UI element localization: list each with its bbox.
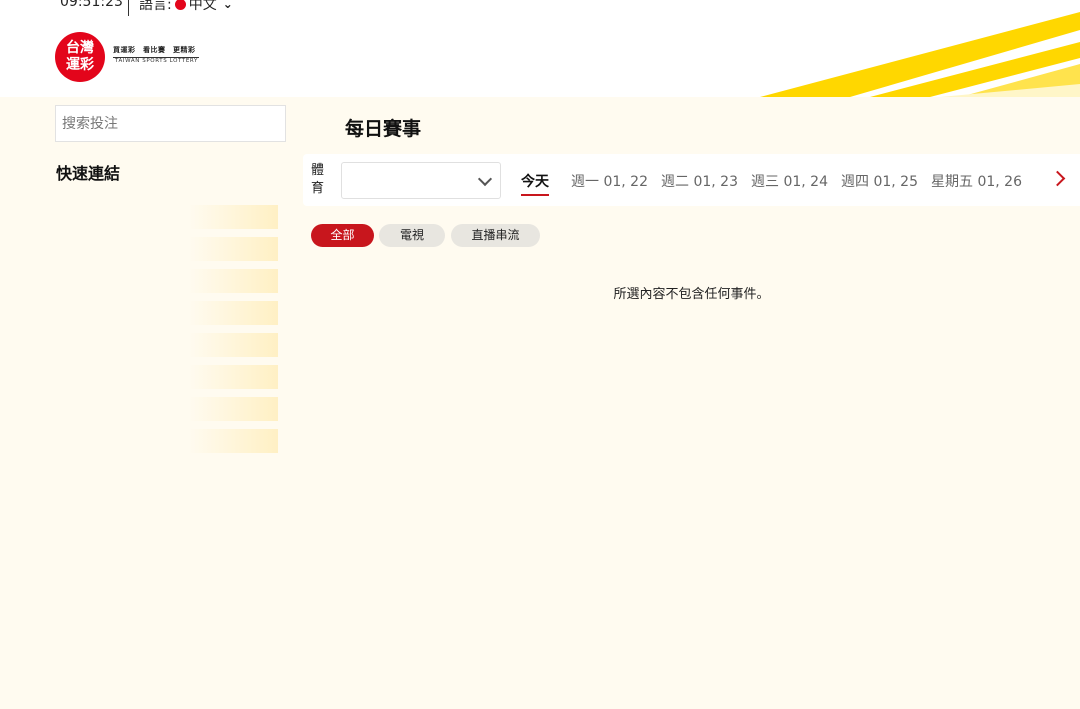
language-value: 中文 [188, 0, 217, 13]
sport-select[interactable] [341, 162, 501, 199]
quick-link-item[interactable] [55, 333, 278, 357]
quick-link-item[interactable] [55, 237, 278, 261]
tab-day[interactable]: 週四 01, 25 [841, 171, 918, 191]
divider [128, 0, 129, 16]
quick-link-item[interactable] [55, 269, 278, 293]
logo-english: TAIWAN SPORTS LOTTERY [115, 58, 198, 64]
chevron-down-icon [477, 171, 493, 187]
tab-today[interactable]: 今天 [521, 171, 549, 196]
quick-link-item[interactable] [55, 365, 278, 389]
tab-day[interactable]: 星期五 01, 26 [931, 171, 1022, 191]
quick-link-item[interactable] [55, 397, 278, 421]
logo-mark-line2: 運彩 [66, 57, 94, 73]
filter-chip-all[interactable]: 全部 [311, 224, 374, 247]
header: 09:51:23 語言: 中文 ⌄ 台灣 運彩 買運彩 看比賽 更精彩 TAIW… [0, 0, 1080, 97]
filter-bar: 體育 今天 週一 01, 22 週二 01, 23 週三 01, 24 週四 0… [303, 154, 1080, 206]
tab-day[interactable]: 週一 01, 22 [571, 171, 648, 191]
page-title: 每日賽事 [345, 118, 422, 140]
language-selector[interactable]: 語言: 中文 ⌄ [139, 0, 233, 14]
sport-label: 體育 [311, 163, 325, 196]
logo-slogan: 買運彩 看比賽 更精彩 [113, 45, 199, 58]
tab-day[interactable]: 週二 01, 23 [661, 171, 738, 191]
clock: 09:51:23 [60, 0, 123, 10]
quick-links-list [55, 205, 278, 461]
filter-chip-stream[interactable]: 直播串流 [451, 224, 540, 247]
tab-day[interactable]: 週三 01, 24 [751, 171, 828, 191]
filter-chip-tv[interactable]: 電視 [379, 224, 445, 247]
flag-icon [174, 0, 186, 10]
logo-mark-line1: 台灣 [66, 40, 94, 56]
quick-link-item[interactable] [55, 205, 278, 229]
quick-link-item[interactable] [55, 429, 278, 453]
language-label: 語言: [139, 0, 172, 13]
empty-message: 所選內容不包含任何事件。 [613, 287, 770, 302]
quick-link-item[interactable] [55, 301, 278, 325]
chevron-down-icon: ⌄ [222, 0, 233, 11]
quick-links-title: 快速連結 [56, 164, 121, 183]
logo[interactable]: 台灣 運彩 [55, 32, 105, 82]
chevron-right-icon[interactable] [1049, 170, 1066, 187]
search-input[interactable] [55, 105, 286, 142]
